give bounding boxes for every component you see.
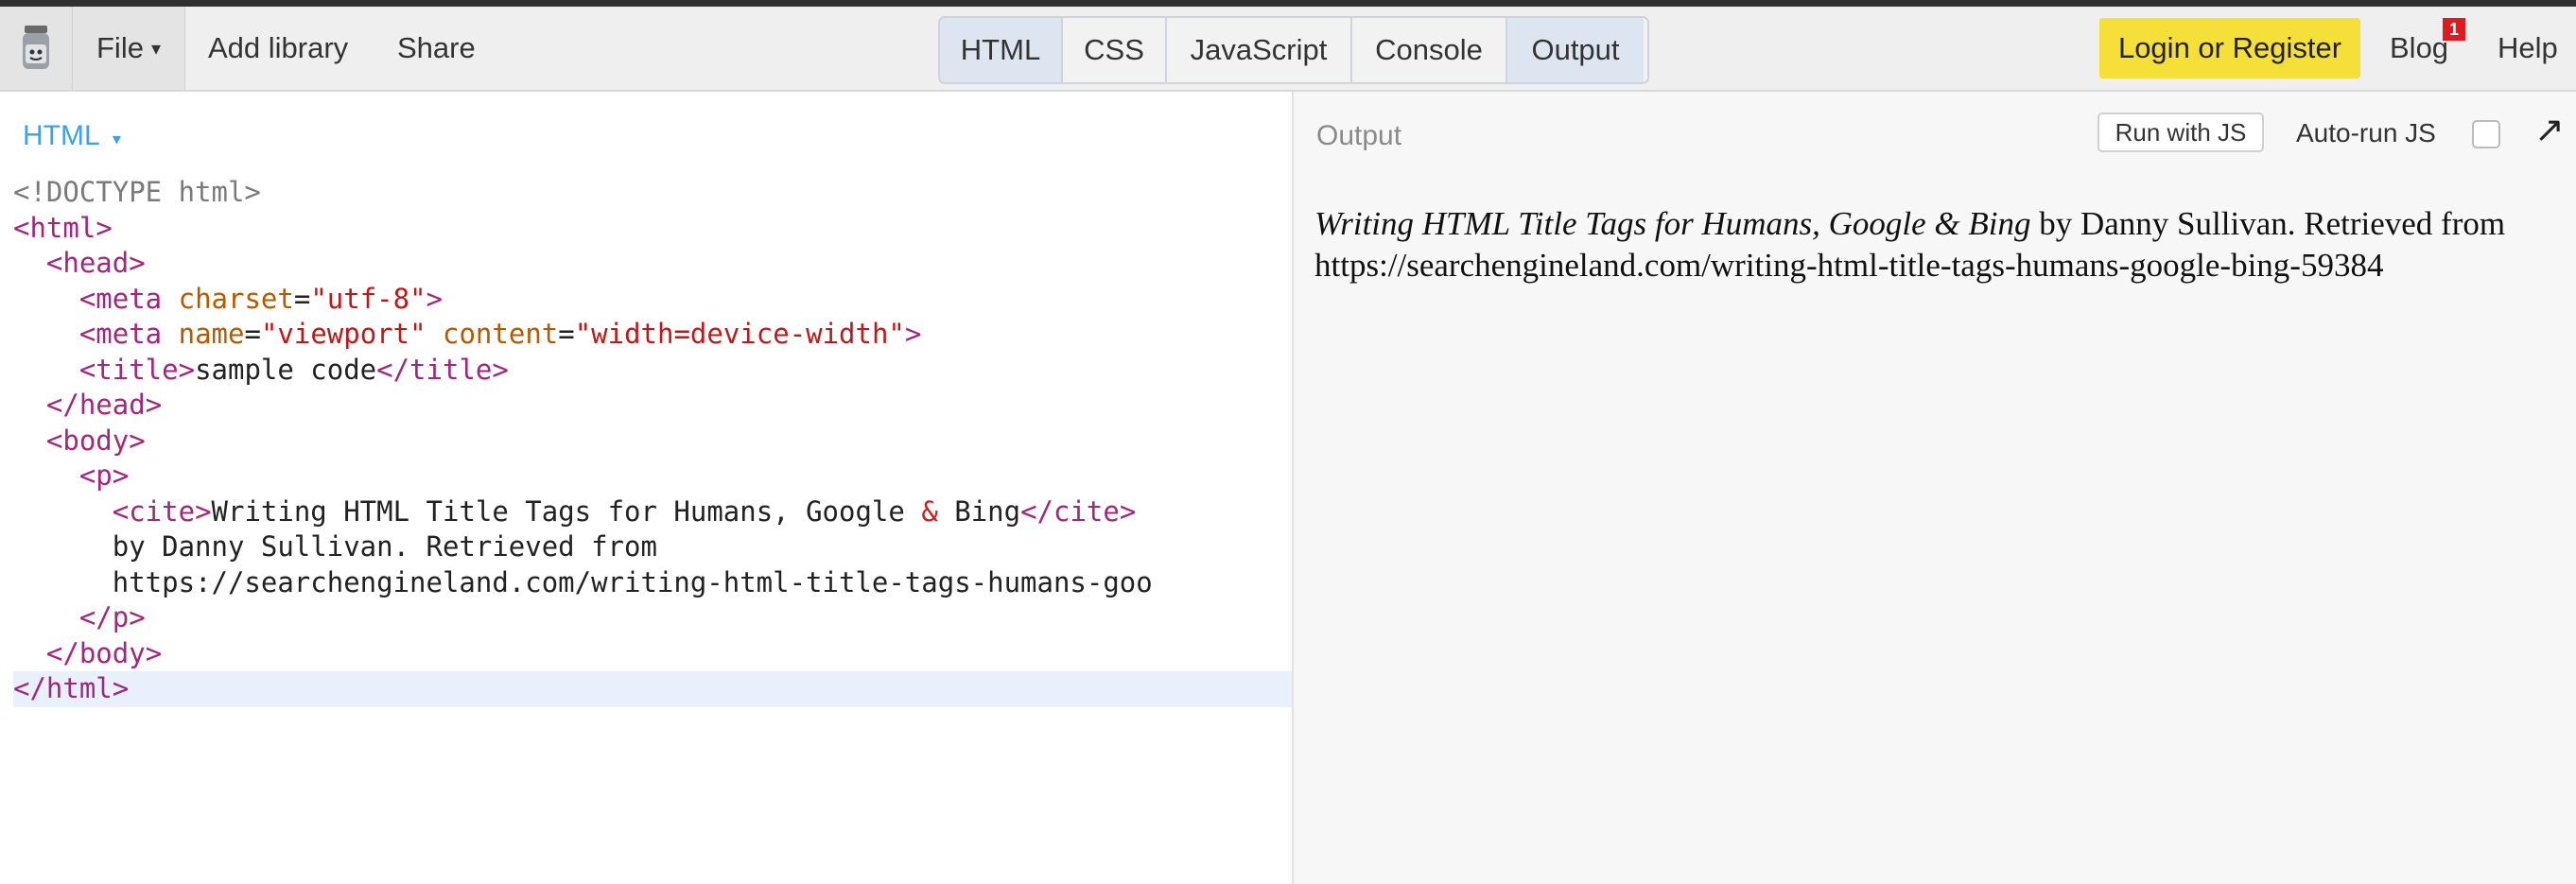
caret-down-icon: ▾ <box>112 130 121 148</box>
rendered-output: Writing HTML Title Tags for Humans, Goog… <box>1314 203 2563 286</box>
code-line: </html> <box>13 671 1292 707</box>
autorun-label: Auto-run JS <box>2296 118 2436 147</box>
code-line: https://searchengineland.com/writing-htm… <box>13 565 1153 598</box>
code-line: by Danny Sullivan. Retrieved from <box>13 530 657 563</box>
code-line: </p> <box>78 601 146 633</box>
window-top-strip <box>0 0 2576 7</box>
help-link[interactable]: Help <box>2498 7 2558 90</box>
code-editor[interactable]: <!DOCTYPE html> <html> <head> <meta chars… <box>13 175 1292 707</box>
share-button[interactable]: Share <box>397 7 476 90</box>
blog-notification-badge: 1 <box>2443 18 2465 41</box>
top-toolbar: File ▾ Add library Share HTML CSS JavaSc… <box>0 7 2576 92</box>
login-register-button[interactable]: Login or Register <box>2099 18 2360 78</box>
code-line: <head> <box>45 247 146 279</box>
code-line: <meta charset="utf-8"> <box>78 282 443 315</box>
code-line: </body> <box>45 636 163 669</box>
code-line: <p> <box>78 459 130 492</box>
code-line: <cite>Writing HTML Title Tags for Humans… <box>112 494 1137 528</box>
panel-tabs: HTML CSS JavaScript Console Output <box>938 16 1649 84</box>
output-panel: Output Run with JS Auto-run JS ↗ Writing… <box>1294 92 2576 884</box>
html-panel-menu[interactable]: HTML ▾ <box>23 120 121 152</box>
code-line: <meta name="viewport" content="width=dev… <box>78 318 922 350</box>
file-menu-button[interactable]: File ▾ <box>73 7 185 90</box>
autorun-checkbox[interactable] <box>2472 120 2500 148</box>
html-panel-label: HTML <box>23 120 99 151</box>
rendered-cite: Writing HTML Title Tags for Humans, Goog… <box>1314 205 2031 242</box>
code-line: <body> <box>45 424 146 457</box>
tab-output[interactable]: Output <box>1507 18 1644 82</box>
code-line: </head> <box>45 389 163 421</box>
open-in-new-window-icon[interactable]: ↗ <box>2534 109 2565 150</box>
tab-javascript[interactable]: JavaScript <box>1167 18 1352 82</box>
add-library-button[interactable]: Add library <box>208 7 348 90</box>
jsbin-jar-icon <box>23 26 49 69</box>
tab-console[interactable]: Console <box>1352 18 1507 82</box>
code-line: <html> <box>13 211 113 244</box>
code-line: <!DOCTYPE html> <box>13 176 261 208</box>
file-menu-label: File <box>96 31 144 64</box>
caret-down-icon: ▾ <box>150 38 161 60</box>
output-panel-label: Output <box>1316 120 1402 151</box>
code-line: <title>sample code</title> <box>78 353 509 386</box>
tab-html[interactable]: HTML <box>940 18 1063 82</box>
jsbin-logo[interactable] <box>0 7 73 90</box>
run-with-js-button[interactable]: Run with JS <box>2097 113 2264 152</box>
blog-link[interactable]: Blog <box>2390 7 2448 90</box>
html-editor-panel: HTML ▾ <!DOCTYPE html> <html> <head> <met… <box>0 92 1294 884</box>
tab-css[interactable]: CSS <box>1063 18 1167 82</box>
